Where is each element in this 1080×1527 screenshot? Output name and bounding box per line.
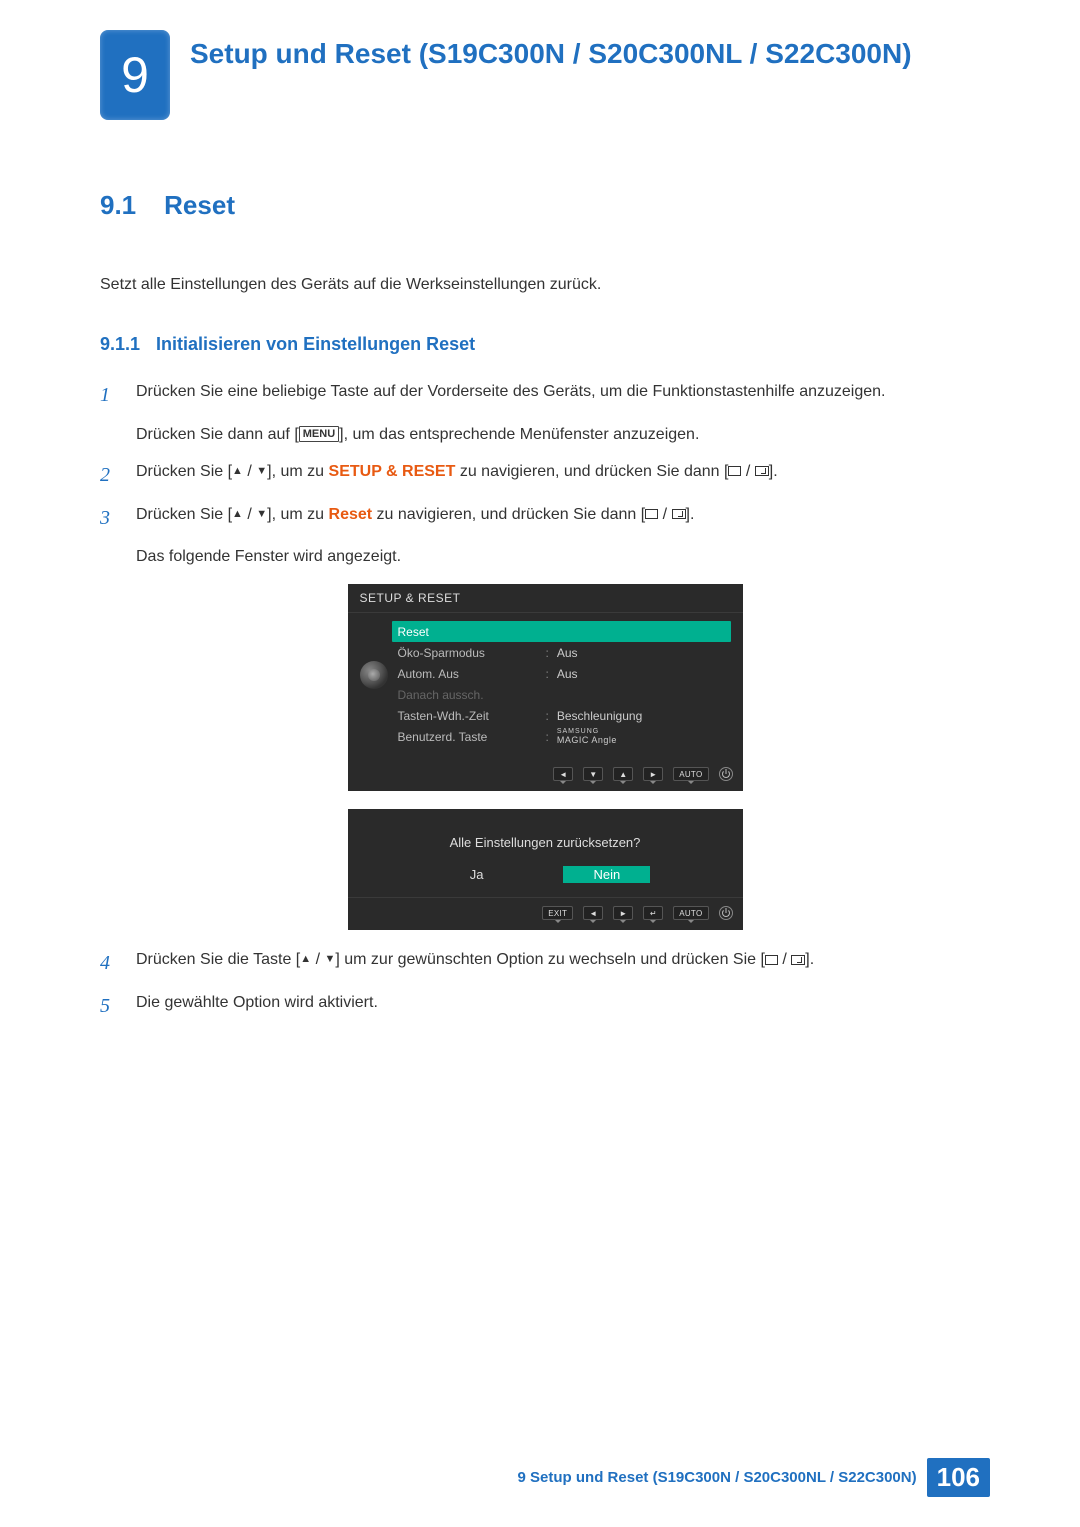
step-body: Drücken Sie [▲ / ▼], um zu Reset zu navi… (136, 503, 990, 571)
osd-up-icon: ▲ (613, 767, 633, 781)
osd-option-yes: Ja (440, 866, 514, 883)
step-text: Drücken Sie eine beliebige Taste auf der… (136, 383, 885, 400)
step-list: 1 Drücken Sie eine beliebige Taste auf d… (100, 380, 990, 1022)
osd-row-reset: Reset (392, 621, 731, 642)
power-icon (719, 767, 733, 781)
osd-confirm-dialog: Alle Einstellungen zurücksetzen? Ja Nein… (348, 809, 743, 930)
osd-setup-reset-menu: SETUP & RESET Reset Öko-Sparmodus:Aus Au… (348, 584, 743, 791)
down-triangle-icon: ▼ (256, 509, 267, 520)
step-number: 5 (100, 991, 120, 1022)
source-icon (728, 466, 741, 476)
osd-exit-button: EXIT (542, 906, 573, 920)
osd-menu-list: Reset Öko-Sparmodus:Aus Autom. Aus:Aus D… (398, 621, 731, 747)
section-heading: 9.1 Reset (100, 190, 990, 221)
chapter-number-box: 9 (100, 30, 170, 120)
osd-row: Autom. Aus:Aus (398, 663, 731, 684)
osd-button-bar: EXIT ◄ ► ↵ AUTO (348, 897, 743, 930)
source-icon (645, 509, 658, 519)
step-number: 1 (100, 380, 120, 448)
source-icon (765, 955, 778, 965)
step-2: 2 Drücken Sie [▲ / ▼], um zu SETUP & RES… (100, 460, 990, 491)
subsection-heading: 9.1.1 Initialisieren von Einstellungen R… (100, 334, 990, 355)
down-triangle-icon: ▼ (324, 954, 335, 965)
page-footer: 9 Setup und Reset (S19C300N / S20C300NL … (518, 1458, 990, 1497)
step-body: Drücken Sie eine beliebige Taste auf der… (136, 380, 990, 448)
step-subtext: Das folgende Fenster wird angezeigt. (136, 545, 990, 570)
step-body: Drücken Sie die Taste [▲ / ▼] um zur gew… (136, 948, 990, 979)
section-title: Reset (164, 190, 235, 221)
step-body: Drücken Sie [▲ / ▼], um zu SETUP & RESET… (136, 460, 990, 491)
osd-screenshots: SETUP & RESET Reset Öko-Sparmodus:Aus Au… (100, 584, 990, 930)
step-number: 2 (100, 460, 120, 491)
step-number: 4 (100, 948, 120, 979)
step-3: 3 Drücken Sie [▲ / ▼], um zu Reset zu na… (100, 503, 990, 571)
osd-row: Tasten-Wdh.-Zeit:Beschleunigung (398, 705, 731, 726)
osd-auto-button: AUTO (673, 767, 708, 781)
osd-left-icon: ◄ (583, 906, 603, 920)
osd-option-no: Nein (563, 866, 650, 883)
step-subtext: Drücken Sie dann auf [MENU], um das ents… (136, 423, 990, 448)
section-number: 9.1 (100, 190, 136, 221)
samsung-magic-label: SAMSUNGMAGIC Angle (557, 728, 617, 745)
step-number: 3 (100, 503, 120, 571)
up-triangle-icon: ▲ (232, 509, 243, 520)
osd-right-icon: ► (643, 767, 663, 781)
up-triangle-icon: ▲ (232, 466, 243, 477)
up-triangle-icon: ▲ (300, 954, 311, 965)
osd-right-icon: ► (613, 906, 633, 920)
down-triangle-icon: ▼ (256, 466, 267, 477)
osd-enter-icon: ↵ (643, 906, 663, 920)
chapter-header: 9 Setup und Reset (S19C300N / S20C300NL … (100, 30, 990, 120)
osd-confirm-options: Ja Nein (348, 866, 743, 897)
enter-icon (755, 466, 769, 476)
footer-text: 9 Setup und Reset (S19C300N / S20C300NL … (518, 1469, 917, 1486)
osd-row-disabled: Danach aussch. (398, 684, 731, 705)
subsection-number: 9.1.1 (100, 334, 140, 355)
step-body: Die gewählte Option wird aktiviert. (136, 991, 990, 1022)
keyword-setup-reset: SETUP & RESET (329, 463, 456, 480)
osd-auto-button: AUTO (673, 906, 708, 920)
document-page: 9 Setup und Reset (S19C300N / S20C300NL … (0, 0, 1080, 1527)
chapter-number: 9 (121, 46, 149, 104)
step-4: 4 Drücken Sie die Taste [▲ / ▼] um zur g… (100, 948, 990, 979)
osd-back-icon: ◄ (553, 767, 573, 781)
keyword-reset: Reset (329, 506, 373, 523)
osd-row: Benutzerd. Taste:SAMSUNGMAGIC Angle (398, 726, 731, 747)
osd-title: SETUP & RESET (348, 584, 743, 613)
power-icon (719, 906, 733, 920)
subsection-title: Initialisieren von Einstellungen Reset (156, 334, 475, 355)
step-5: 5 Die gewählte Option wird aktiviert. (100, 991, 990, 1022)
enter-icon (672, 509, 686, 519)
page-number: 106 (927, 1458, 990, 1497)
osd-down-icon: ▼ (583, 767, 603, 781)
enter-icon (791, 955, 805, 965)
section-description: Setzt alle Einstellungen des Geräts auf … (100, 276, 990, 294)
chapter-title: Setup und Reset (S19C300N / S20C300NL / … (190, 36, 912, 72)
osd-button-bar: ◄ ▼ ▲ ► AUTO (348, 761, 743, 791)
menu-key-icon: MENU (299, 426, 339, 442)
gear-icon (360, 661, 388, 689)
osd-confirm-question: Alle Einstellungen zurücksetzen? (348, 823, 743, 866)
osd-row: Öko-Sparmodus:Aus (398, 642, 731, 663)
step-1: 1 Drücken Sie eine beliebige Taste auf d… (100, 380, 990, 448)
